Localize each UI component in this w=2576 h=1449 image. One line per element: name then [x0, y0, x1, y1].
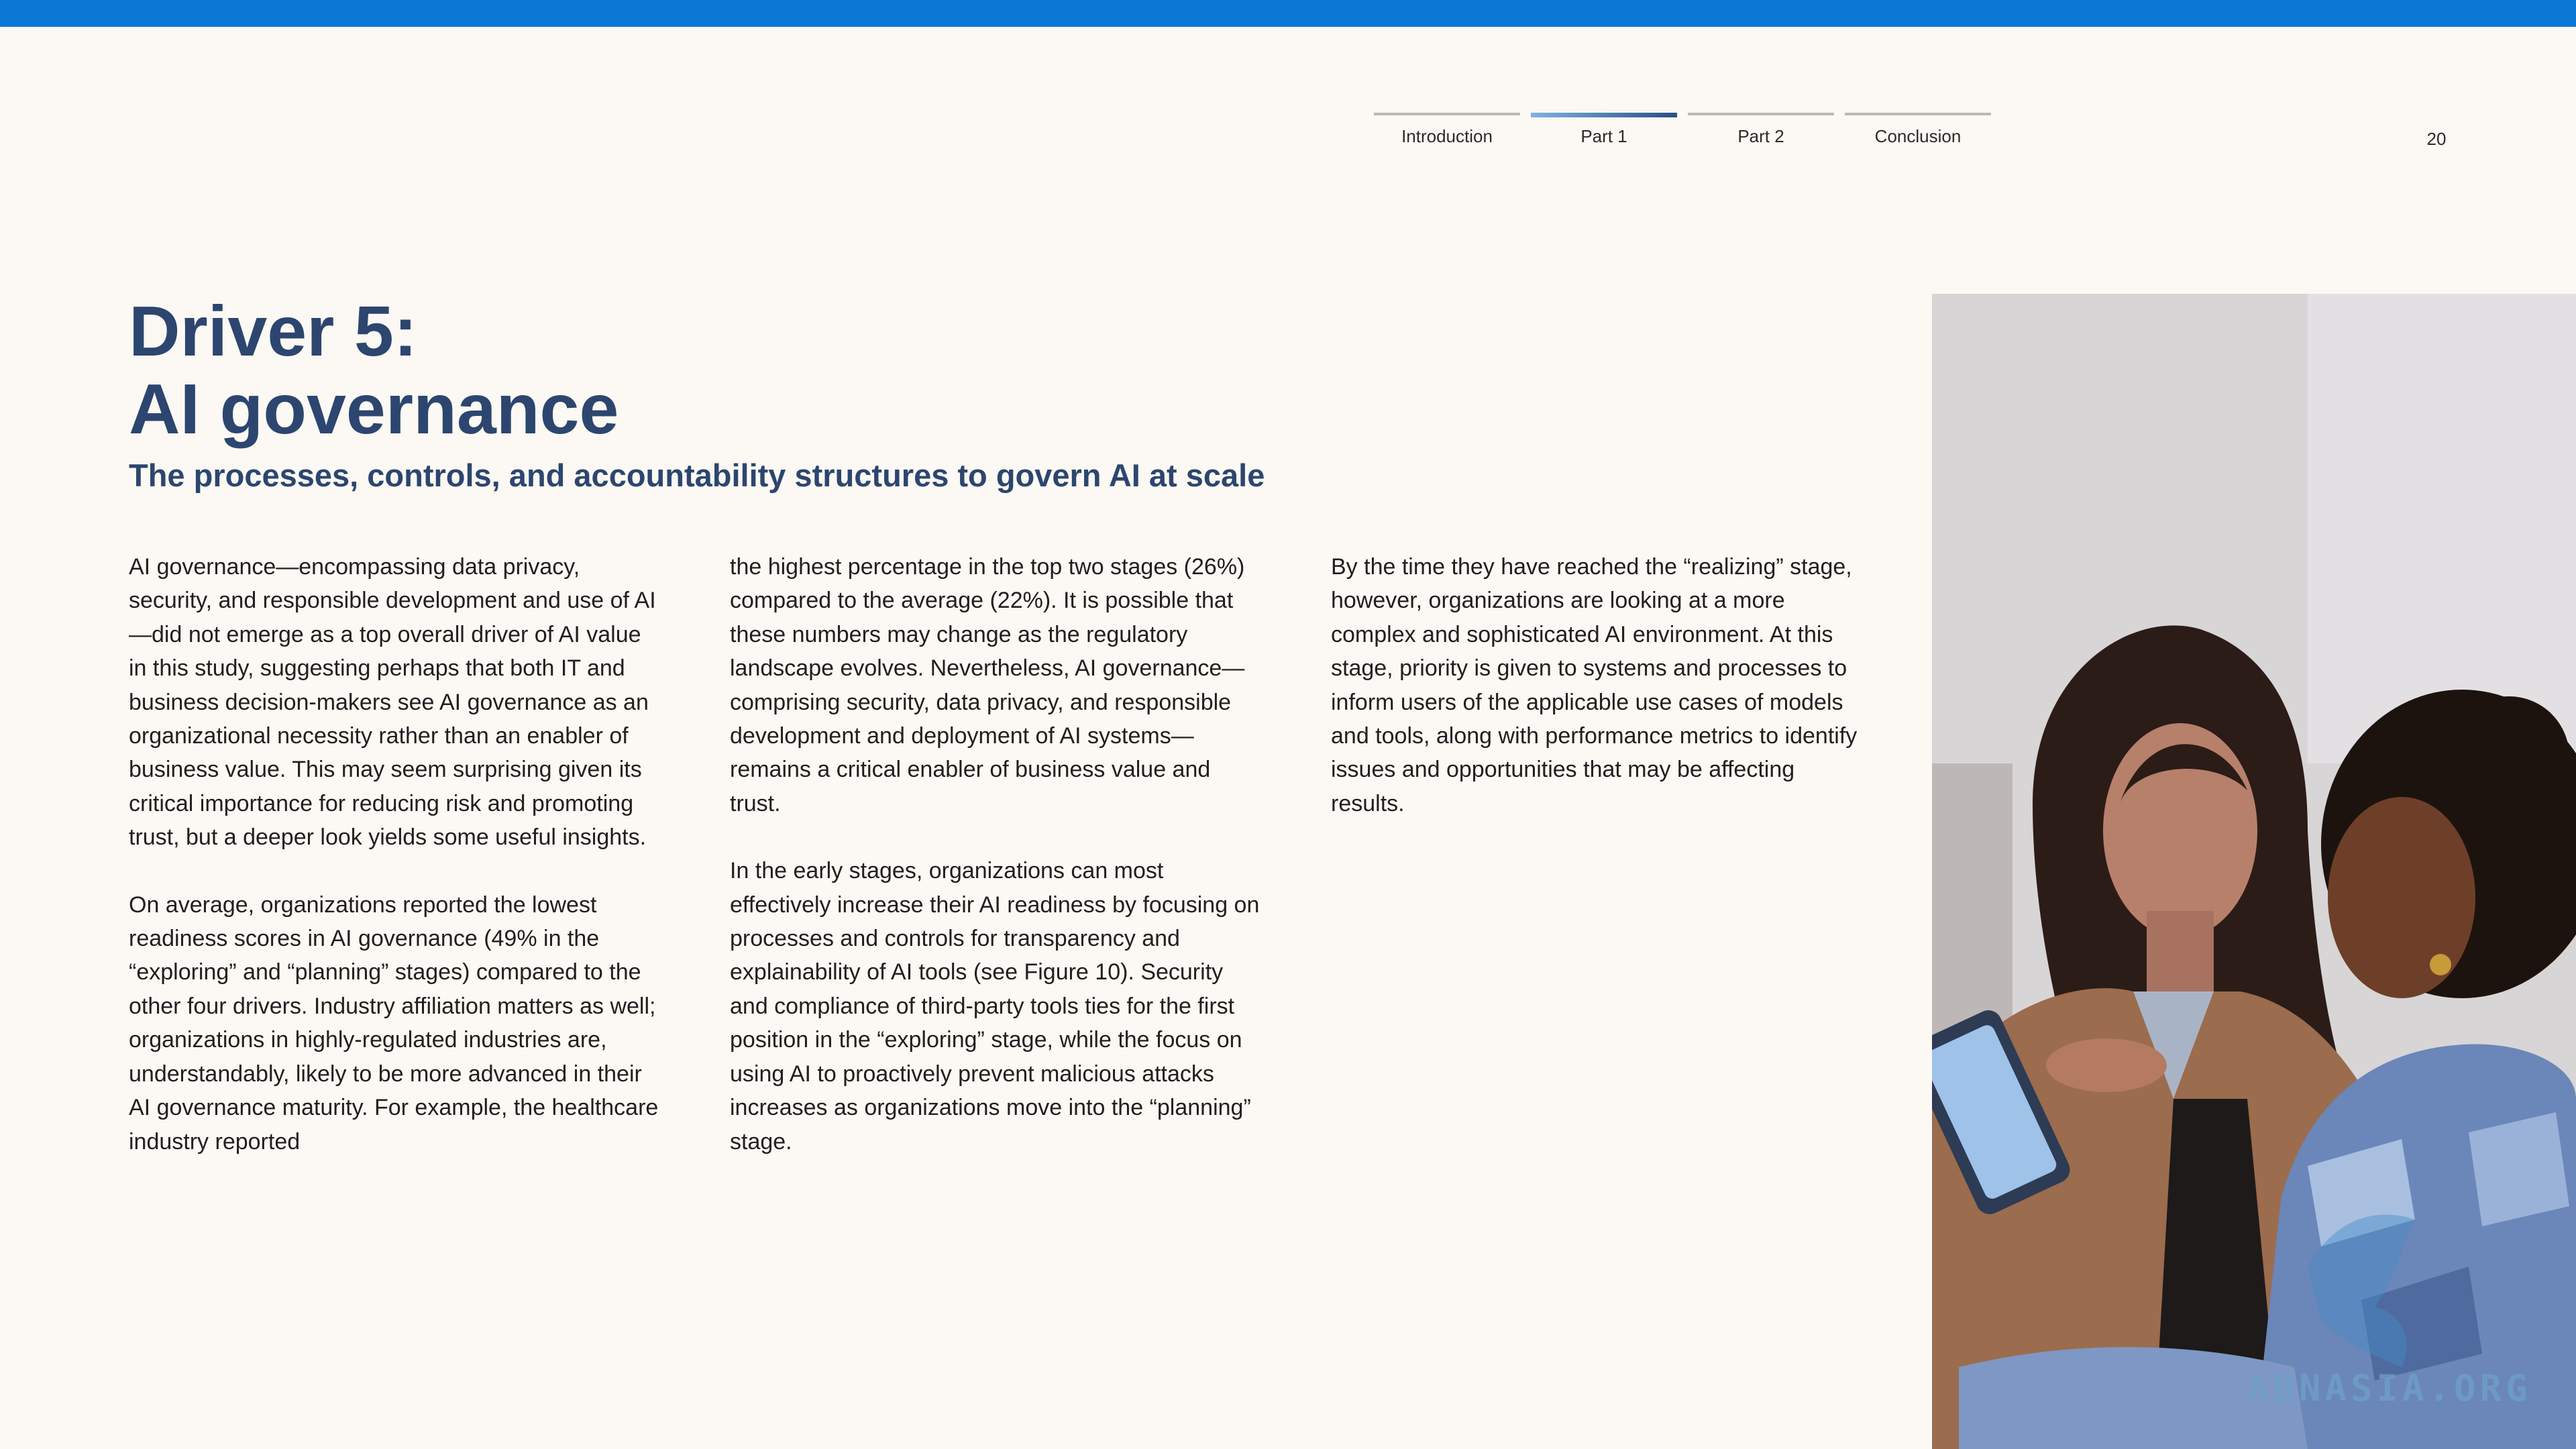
- page-subtitle: The processes, controls, and accountabil…: [129, 458, 1265, 493]
- paragraph: By the time they have reached the “reali…: [1331, 554, 1858, 816]
- page-number: 20: [2426, 129, 2447, 149]
- photo-illustration: [1932, 294, 2576, 1449]
- tab-part-1[interactable]: Part 1: [1531, 113, 1677, 147]
- title-line-2: AI governance: [129, 370, 619, 449]
- paragraph: the highest percentage in the top two st…: [730, 554, 1245, 816]
- top-accent-bar: [0, 0, 2576, 27]
- title-line-1: Driver 5:: [129, 292, 418, 371]
- paragraph: In the early stages, organizations can m…: [730, 858, 1260, 1155]
- photo-two-women-with-phone: ABNASIA.ORG: [1932, 294, 2576, 1449]
- watermark-text: ABNASIA.ORG: [2247, 1367, 2532, 1409]
- tab-introduction[interactable]: Introduction: [1374, 113, 1520, 147]
- tab-conclusion[interactable]: Conclusion: [1845, 113, 1991, 147]
- text-column-1: AI governance—encompassing data privacy,…: [129, 550, 659, 1192]
- paragraph: On average, organizations reported the l…: [129, 892, 659, 1155]
- page-title: Driver 5: AI governance: [129, 292, 619, 448]
- paragraph: AI governance—encompassing data privacy,…: [129, 554, 656, 851]
- section-nav: Introduction Part 1 Part 2 Conclusion: [1374, 113, 1991, 147]
- tab-part-2[interactable]: Part 2: [1688, 113, 1834, 147]
- text-column-2: the highest percentage in the top two st…: [730, 550, 1260, 1192]
- text-column-3: By the time they have reached the “reali…: [1331, 550, 1861, 854]
